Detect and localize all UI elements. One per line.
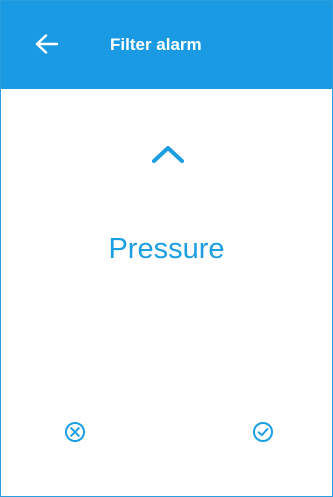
scroll-up-button[interactable] <box>144 139 192 173</box>
cancel-button[interactable] <box>59 418 91 450</box>
circle-x-icon <box>64 421 86 448</box>
arrow-left-icon <box>35 33 59 59</box>
filter-alarm-screen: Filter alarm Pressure <box>0 0 333 497</box>
page-title: Filter alarm <box>110 35 202 54</box>
confirm-button[interactable] <box>247 418 279 450</box>
selected-filter-value[interactable]: Pressure <box>1 227 332 271</box>
chevron-up-icon <box>151 144 185 169</box>
back-button[interactable] <box>27 28 67 64</box>
app-header: Filter alarm <box>1 1 332 89</box>
circle-check-icon <box>252 421 274 448</box>
